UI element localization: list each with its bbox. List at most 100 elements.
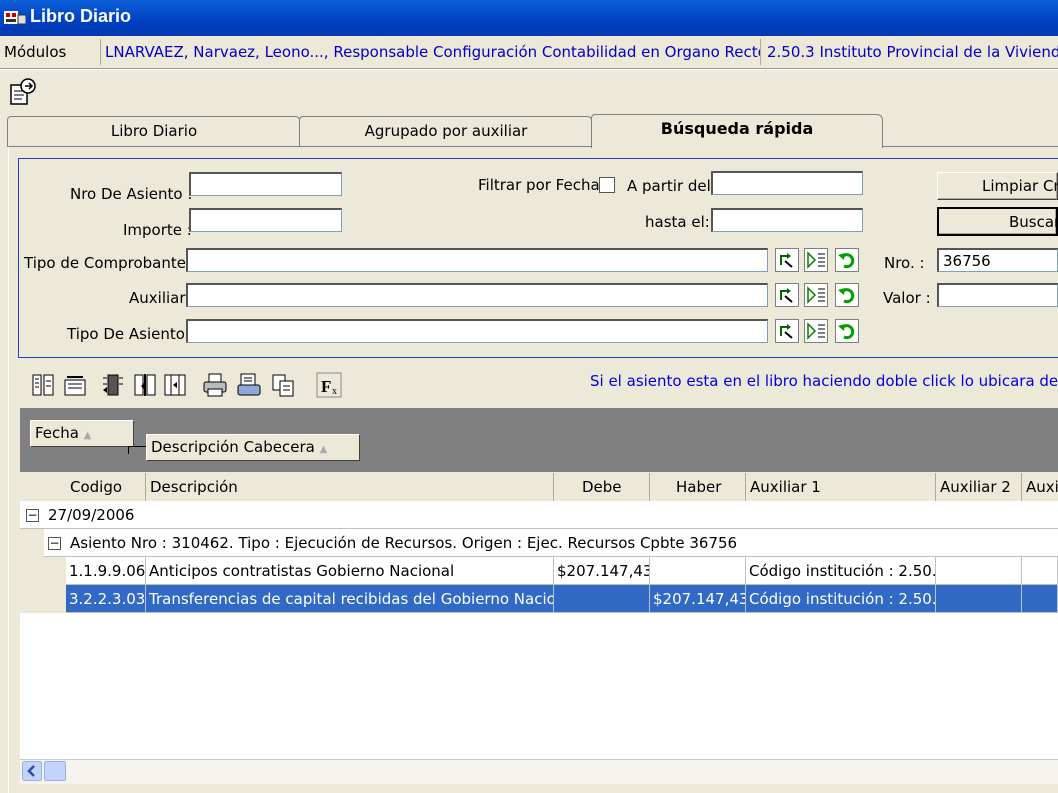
cell-auxiliar-2 — [936, 585, 1022, 613]
grid-body: − 27/09/2006 − Asiento Nro : 310462. Tip… — [20, 501, 1058, 759]
cell-auxiliar-1: Código institución : 2.50.3 — [746, 557, 936, 585]
list-search-icon[interactable] — [804, 248, 828, 272]
fecha-hasta-input[interactable] — [711, 208, 863, 232]
group-asiento-label: Asiento Nro : 310462. Tipo : Ejecución d… — [70, 534, 738, 552]
column-left-icon[interactable] — [100, 372, 126, 398]
copy-icon[interactable] — [270, 372, 296, 398]
importe-input[interactable] — [189, 208, 342, 232]
formula-icon[interactable]: Fx — [316, 372, 342, 398]
select-icon[interactable] — [775, 319, 799, 343]
undo-icon[interactable] — [835, 319, 859, 343]
nro-label: Nro. : — [884, 254, 925, 272]
cell-auxiliar-3 — [1022, 585, 1058, 613]
user-info: LNARVAEZ, Narvaez, Leono..., Responsable… — [100, 39, 761, 65]
table-row[interactable]: 3.2.2.3.03 Transferencias de capital rec… — [20, 585, 1058, 613]
indent-gutter — [20, 557, 66, 585]
hasta-label: hasta el: — [645, 213, 710, 231]
print-preview-icon[interactable] — [236, 372, 262, 398]
cell-debe: $207.147,43 — [554, 557, 650, 585]
filtrar-fecha-checkbox[interactable] — [599, 177, 615, 193]
scroll-left-arrow-icon[interactable] — [22, 761, 42, 781]
column-fit-icon[interactable] — [162, 372, 188, 398]
svg-text:x: x — [332, 386, 337, 397]
column-header-codigo[interactable]: Codigo — [20, 473, 146, 501]
tab-libro-diario[interactable]: Libro Diario — [7, 116, 301, 147]
group-row-date[interactable]: − 27/09/2006 — [20, 501, 1058, 529]
column-split-icon[interactable] — [132, 372, 158, 398]
auxiliar-input[interactable] — [186, 283, 768, 307]
tipo-comprobante-input[interactable] — [186, 248, 768, 272]
exit-document-icon[interactable] — [8, 77, 38, 107]
list-search-icon[interactable] — [804, 319, 828, 343]
cell-codigo: 3.2.2.3.03 — [66, 585, 146, 613]
select-icon[interactable] — [775, 248, 799, 272]
group-chip-label: Descripción Cabecera — [151, 438, 315, 456]
cell-auxiliar-3 — [1022, 557, 1058, 585]
limpiar-criterios-button[interactable]: Limpiar Crit — [937, 172, 1058, 200]
tipo-comprobante-label: Tipo de Comprobante : — [24, 254, 196, 272]
sort-asc-icon: ▲ — [83, 430, 92, 441]
window-title: Libro Diario — [30, 6, 132, 26]
status-bar: Módulos LNARVAEZ, Narvaez, Leono..., Res… — [0, 36, 1058, 69]
fecha-desde-input[interactable] — [711, 171, 863, 195]
cell-debe — [554, 585, 650, 613]
column-header-haber[interactable]: Haber — [650, 473, 746, 501]
a-partir-label: A partir del: — [627, 177, 716, 195]
group-row-asiento[interactable]: − Asiento Nro : 310462. Tipo : Ejecución… — [20, 529, 1058, 557]
scroll-thumb[interactable] — [44, 761, 66, 781]
collapse-all-icon[interactable] — [62, 372, 88, 398]
valor-input[interactable] — [937, 283, 1058, 307]
column-header-debe[interactable]: Debe — [554, 473, 650, 501]
tipo-asiento-label: Tipo De Asiento: — [67, 325, 190, 343]
cell-haber: $207.147,43 — [650, 585, 746, 613]
expand-all-icon[interactable] — [30, 372, 56, 398]
indent-gutter — [20, 585, 66, 613]
cell-descripcion: Transferencias de capital recibidas del … — [146, 585, 554, 613]
filtrar-fecha-label: Filtrar por Fecha — [478, 176, 600, 194]
collapse-icon[interactable]: − — [48, 537, 61, 550]
group-chip-fecha[interactable]: Fecha ▲ — [30, 420, 134, 447]
buscar-button[interactable]: Buscar — [937, 207, 1058, 236]
nro-asiento-input[interactable] — [189, 172, 342, 196]
group-date-label: 27/09/2006 — [48, 506, 135, 524]
select-icon[interactable] — [775, 283, 799, 307]
nro-input[interactable]: 36756 — [937, 248, 1058, 272]
column-header-auxiliar-2[interactable]: Auxiliar 2 — [936, 473, 1022, 501]
hint-text: Si el asiento esta en el libro haciendo … — [590, 372, 1058, 390]
collapse-icon[interactable]: − — [26, 509, 39, 522]
group-connector — [128, 446, 129, 454]
undo-icon[interactable] — [835, 248, 859, 272]
cell-codigo: 1.1.9.9.06 — [66, 557, 146, 585]
cell-auxiliar-1: Código institución : 2.50.3 — [746, 585, 936, 613]
grid-header: Codigo Descripción Debe Haber Auxiliar 1… — [20, 473, 1058, 502]
modulos-menu[interactable]: Módulos — [4, 39, 100, 65]
cell-haber — [650, 557, 746, 585]
tab-agrupado-auxiliar[interactable]: Agrupado por auxiliar — [299, 116, 593, 147]
cell-descripcion: Anticipos contratistas Gobierno Nacional — [146, 557, 554, 585]
institution-info: 2.50.3 Instituto Provincial de la Vivien… — [760, 39, 1058, 65]
nro-asiento-label: Nro De Asiento : — [70, 185, 193, 203]
svg-text:F: F — [321, 377, 331, 396]
column-header-descripcion[interactable]: Descripción — [146, 473, 554, 501]
cell-auxiliar-2 — [936, 557, 1022, 585]
group-connector — [128, 446, 146, 447]
tipo-asiento-input[interactable] — [186, 319, 768, 343]
title-bar: Libro Diario — [0, 0, 1058, 36]
column-header-auxiliar-1[interactable]: Auxiliar 1 — [746, 473, 936, 501]
table-row[interactable]: 1.1.9.9.06 Anticipos contratistas Gobier… — [20, 557, 1058, 585]
list-search-icon[interactable] — [804, 283, 828, 307]
horizontal-scrollbar[interactable] — [20, 759, 1058, 784]
tab-busqueda-rapida[interactable]: Búsqueda rápida — [591, 114, 883, 148]
column-header-auxiliar-3[interactable]: Auxil — [1022, 473, 1058, 501]
main-toolbar — [0, 69, 1058, 114]
sort-asc-icon: ▲ — [319, 444, 328, 455]
app-icon — [4, 11, 26, 25]
indent-gutter — [20, 529, 44, 557]
valor-label: Valor : — [883, 289, 931, 307]
importe-label: Importe : — [123, 221, 192, 239]
group-chip-label: Fecha — [35, 424, 79, 442]
group-chip-descripcion[interactable]: Descripción Cabecera ▲ — [146, 434, 360, 461]
print-icon[interactable] — [202, 372, 228, 398]
undo-icon[interactable] — [835, 283, 859, 307]
auxiliar-label: Auxiliar: — [129, 289, 191, 307]
